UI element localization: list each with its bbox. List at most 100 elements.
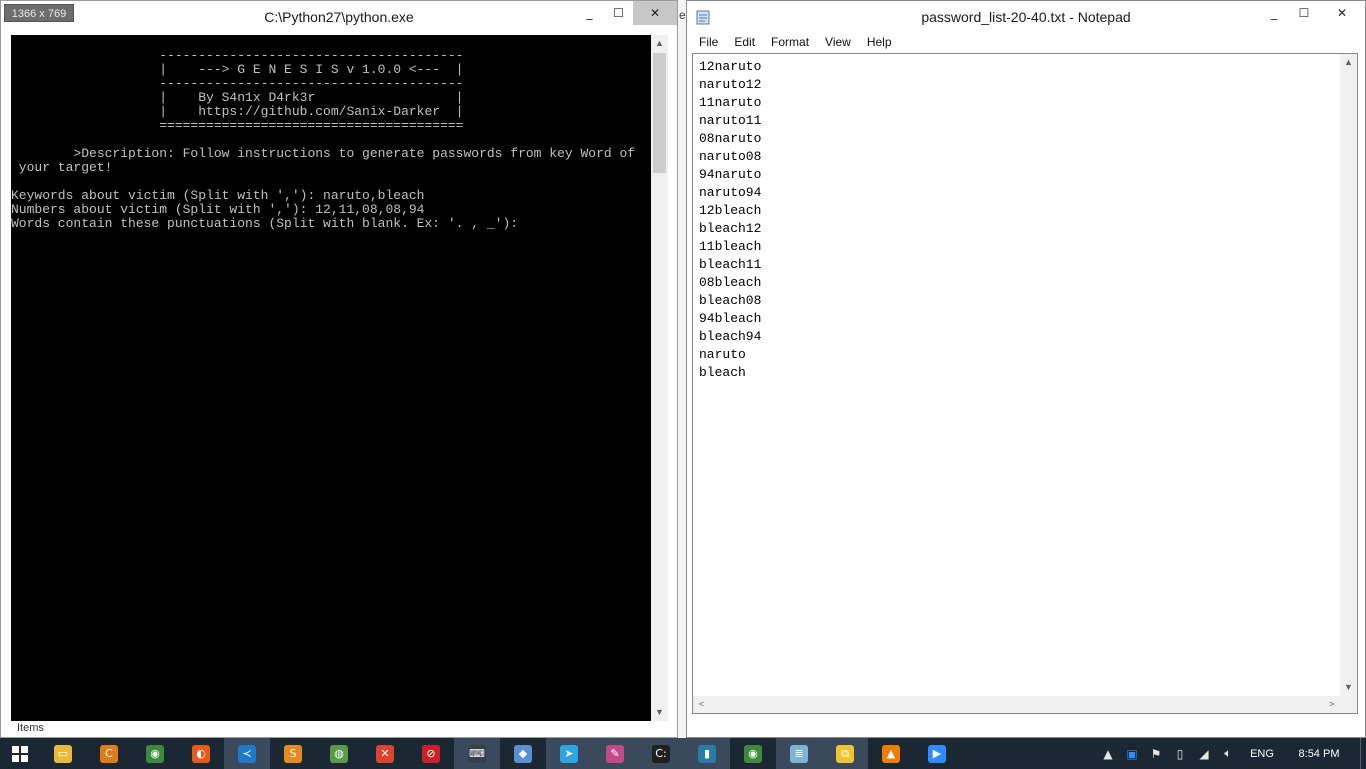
taskbar-item-paint[interactable]: ✎ bbox=[592, 738, 638, 769]
minimize-button[interactable]: _ bbox=[575, 1, 604, 25]
firefox-icon: ◐ bbox=[192, 744, 210, 763]
console-line: --------------------------------------- bbox=[11, 76, 464, 91]
notepad-menubar: File Edit Format View Help bbox=[687, 32, 1365, 53]
taskbar-item-vlc[interactable]: ▲ bbox=[868, 738, 914, 769]
text-line: naruto11 bbox=[699, 113, 762, 128]
scroll-up-icon[interactable]: ▲ bbox=[651, 35, 668, 52]
taskbar-item-firefox[interactable]: ◐ bbox=[178, 738, 224, 769]
zoom-tray-icon[interactable]: ▣ bbox=[1120, 747, 1144, 761]
taskbar-item-book-app[interactable]: ▮ bbox=[684, 738, 730, 769]
virtualbox-icon: ◆ bbox=[514, 744, 532, 763]
taskbar-item-zoom[interactable]: ▶ bbox=[914, 738, 960, 769]
sublime-icon: S bbox=[284, 744, 302, 763]
chrome-icon: ◉ bbox=[146, 744, 164, 763]
blocked-app-icon: ⊘ bbox=[422, 744, 440, 763]
battery-icon[interactable]: ▯ bbox=[1168, 747, 1192, 761]
text-line: 11bleach bbox=[699, 239, 762, 254]
console-line: Keywords about victim (Split with ','): … bbox=[11, 188, 425, 203]
taskbar-item-chrome-2[interactable]: ◉ bbox=[730, 738, 776, 769]
minimize-button[interactable]: _ bbox=[1259, 1, 1289, 25]
scroll-down-icon[interactable]: ▼ bbox=[651, 704, 668, 721]
menu-help[interactable]: Help bbox=[859, 32, 900, 53]
console-window-controls: _ ☐ ✕ bbox=[575, 1, 677, 27]
text-line: naruto bbox=[699, 347, 746, 362]
text-line: naruto12 bbox=[699, 77, 762, 92]
taskbar: ▭ C ◉ ◐ ≺ S ◍ ✕ ⊘ ⌨ ◆ ➤ ✎ C: ▮ ◉ ≣ ⧉ ▲ ▶ ▲ ▣ ⚑ ▯ ◢ 🔈︎ ENG 8… bbox=[0, 738, 1366, 769]
system-tray: ▲ ▣ ⚑ ▯ ◢ 🔈︎ ENG 8:54 PM bbox=[1096, 738, 1366, 769]
language-indicator[interactable]: ENG bbox=[1240, 748, 1284, 760]
text-line: bleach11 bbox=[699, 257, 762, 272]
notepad-vertical-scrollbar[interactable]: ▲ ▼ bbox=[1340, 54, 1357, 696]
tray-chevron-icon[interactable]: ▲ bbox=[1096, 747, 1120, 761]
taskbar-item-file-explorer[interactable]: ▭ bbox=[40, 738, 86, 769]
text-line: bleach08 bbox=[699, 293, 762, 308]
text-line: 11naruto bbox=[699, 95, 762, 110]
console-line: >Description: Follow instructions to gen… bbox=[11, 146, 636, 161]
console-output[interactable]: --------------------------------------- … bbox=[11, 35, 651, 721]
file-explorer-icon: ▭ bbox=[54, 744, 72, 763]
taskbar-item-vscode[interactable]: ≺ bbox=[224, 738, 270, 769]
text-line: 08naruto bbox=[699, 131, 762, 146]
scrollbar-corner bbox=[1340, 696, 1357, 713]
taskbar-item-notepad[interactable]: ≣ bbox=[776, 738, 822, 769]
menu-view[interactable]: View bbox=[817, 32, 859, 53]
notepad-text-area[interactable]: 12naruto naruto12 11naruto naruto11 08na… bbox=[692, 53, 1358, 714]
globe-icon: ◍ bbox=[330, 744, 348, 763]
close-button[interactable]: ✕ bbox=[1319, 1, 1365, 25]
scroll-up-icon[interactable]: ▲ bbox=[1340, 54, 1357, 71]
volume-icon[interactable]: 🔈︎ bbox=[1216, 746, 1240, 761]
taskbar-item-blocked-app[interactable]: ⊘ bbox=[408, 738, 454, 769]
notepad-titlebar[interactable]: password_list-20-40.txt - Notepad _ ☐ ✕ bbox=[687, 1, 1365, 32]
console-scrollbar[interactable]: ▲ ▼ bbox=[651, 35, 668, 721]
notepad-icon: ≣ bbox=[790, 744, 808, 763]
console-line: ======================================= bbox=[11, 118, 464, 133]
taskbar-item-sublime[interactable]: S bbox=[270, 738, 316, 769]
network-icon[interactable]: ◢ bbox=[1192, 747, 1216, 761]
notepad-window-controls: _ ☐ ✕ bbox=[1259, 1, 1365, 27]
notepad-window[interactable]: password_list-20-40.txt - Notepad _ ☐ ✕ … bbox=[686, 0, 1366, 738]
flag-icon[interactable]: ⚑ bbox=[1144, 747, 1168, 761]
text-line: naruto08 bbox=[699, 149, 762, 164]
show-desktop-button[interactable] bbox=[1360, 738, 1366, 769]
menu-format[interactable]: Format bbox=[763, 32, 817, 53]
maximize-button[interactable]: ☐ bbox=[1289, 1, 1319, 25]
scroll-down-icon[interactable]: ▼ bbox=[1340, 679, 1357, 696]
windows-logo-icon bbox=[12, 745, 28, 762]
scroll-left-icon[interactable]: < bbox=[693, 696, 710, 713]
text-line: 94bleach bbox=[699, 311, 762, 326]
notepad-content: 12naruto naruto12 11naruto naruto11 08na… bbox=[699, 58, 761, 382]
taskbar-item-globe[interactable]: ◍ bbox=[316, 738, 362, 769]
notepad-horizontal-scrollbar[interactable]: < > bbox=[693, 696, 1340, 713]
taskbar-item-chrome[interactable]: ◉ bbox=[132, 738, 178, 769]
taskbar-item-xmind[interactable]: ✕ bbox=[362, 738, 408, 769]
console-window[interactable]: 1366 x 769 C:\Python27\python.exe _ ☐ ✕ … bbox=[0, 0, 678, 738]
scroll-right-icon[interactable]: > bbox=[1323, 696, 1340, 713]
menu-file[interactable]: File bbox=[691, 32, 726, 53]
start-button[interactable] bbox=[0, 738, 40, 769]
clock[interactable]: 8:54 PM bbox=[1284, 748, 1354, 760]
console-titlebar[interactable]: 1366 x 769 C:\Python27\python.exe _ ☐ ✕ bbox=[1, 1, 677, 34]
console-line: Numbers about victim (Split with ','): 1… bbox=[11, 202, 425, 217]
scroll-thumb[interactable] bbox=[653, 53, 666, 173]
taskbar-item-python[interactable]: ⧉ bbox=[822, 738, 868, 769]
chrome-2-icon: ◉ bbox=[744, 744, 762, 763]
close-button[interactable]: ✕ bbox=[633, 1, 677, 25]
text-line: 08bleach bbox=[699, 275, 762, 290]
taskbar-item-telegram[interactable]: ➤ bbox=[546, 738, 592, 769]
taskbar-item-cmd[interactable]: C: bbox=[638, 738, 684, 769]
items-label: Items bbox=[17, 722, 44, 734]
text-line: 94naruto bbox=[699, 167, 762, 182]
taskbar-item-ccleaner[interactable]: C bbox=[86, 738, 132, 769]
telegram-icon: ➤ bbox=[560, 744, 578, 763]
menu-edit[interactable]: Edit bbox=[726, 32, 763, 53]
taskbar-item-terminal-app[interactable]: ⌨ bbox=[454, 738, 500, 769]
cmd-icon: C: bbox=[652, 744, 670, 763]
text-line: bleach12 bbox=[699, 221, 762, 236]
console-line: your target! bbox=[11, 160, 113, 175]
maximize-button[interactable]: ☐ bbox=[604, 1, 633, 25]
taskbar-item-virtualbox[interactable]: ◆ bbox=[500, 738, 546, 769]
vscode-icon: ≺ bbox=[238, 744, 256, 763]
